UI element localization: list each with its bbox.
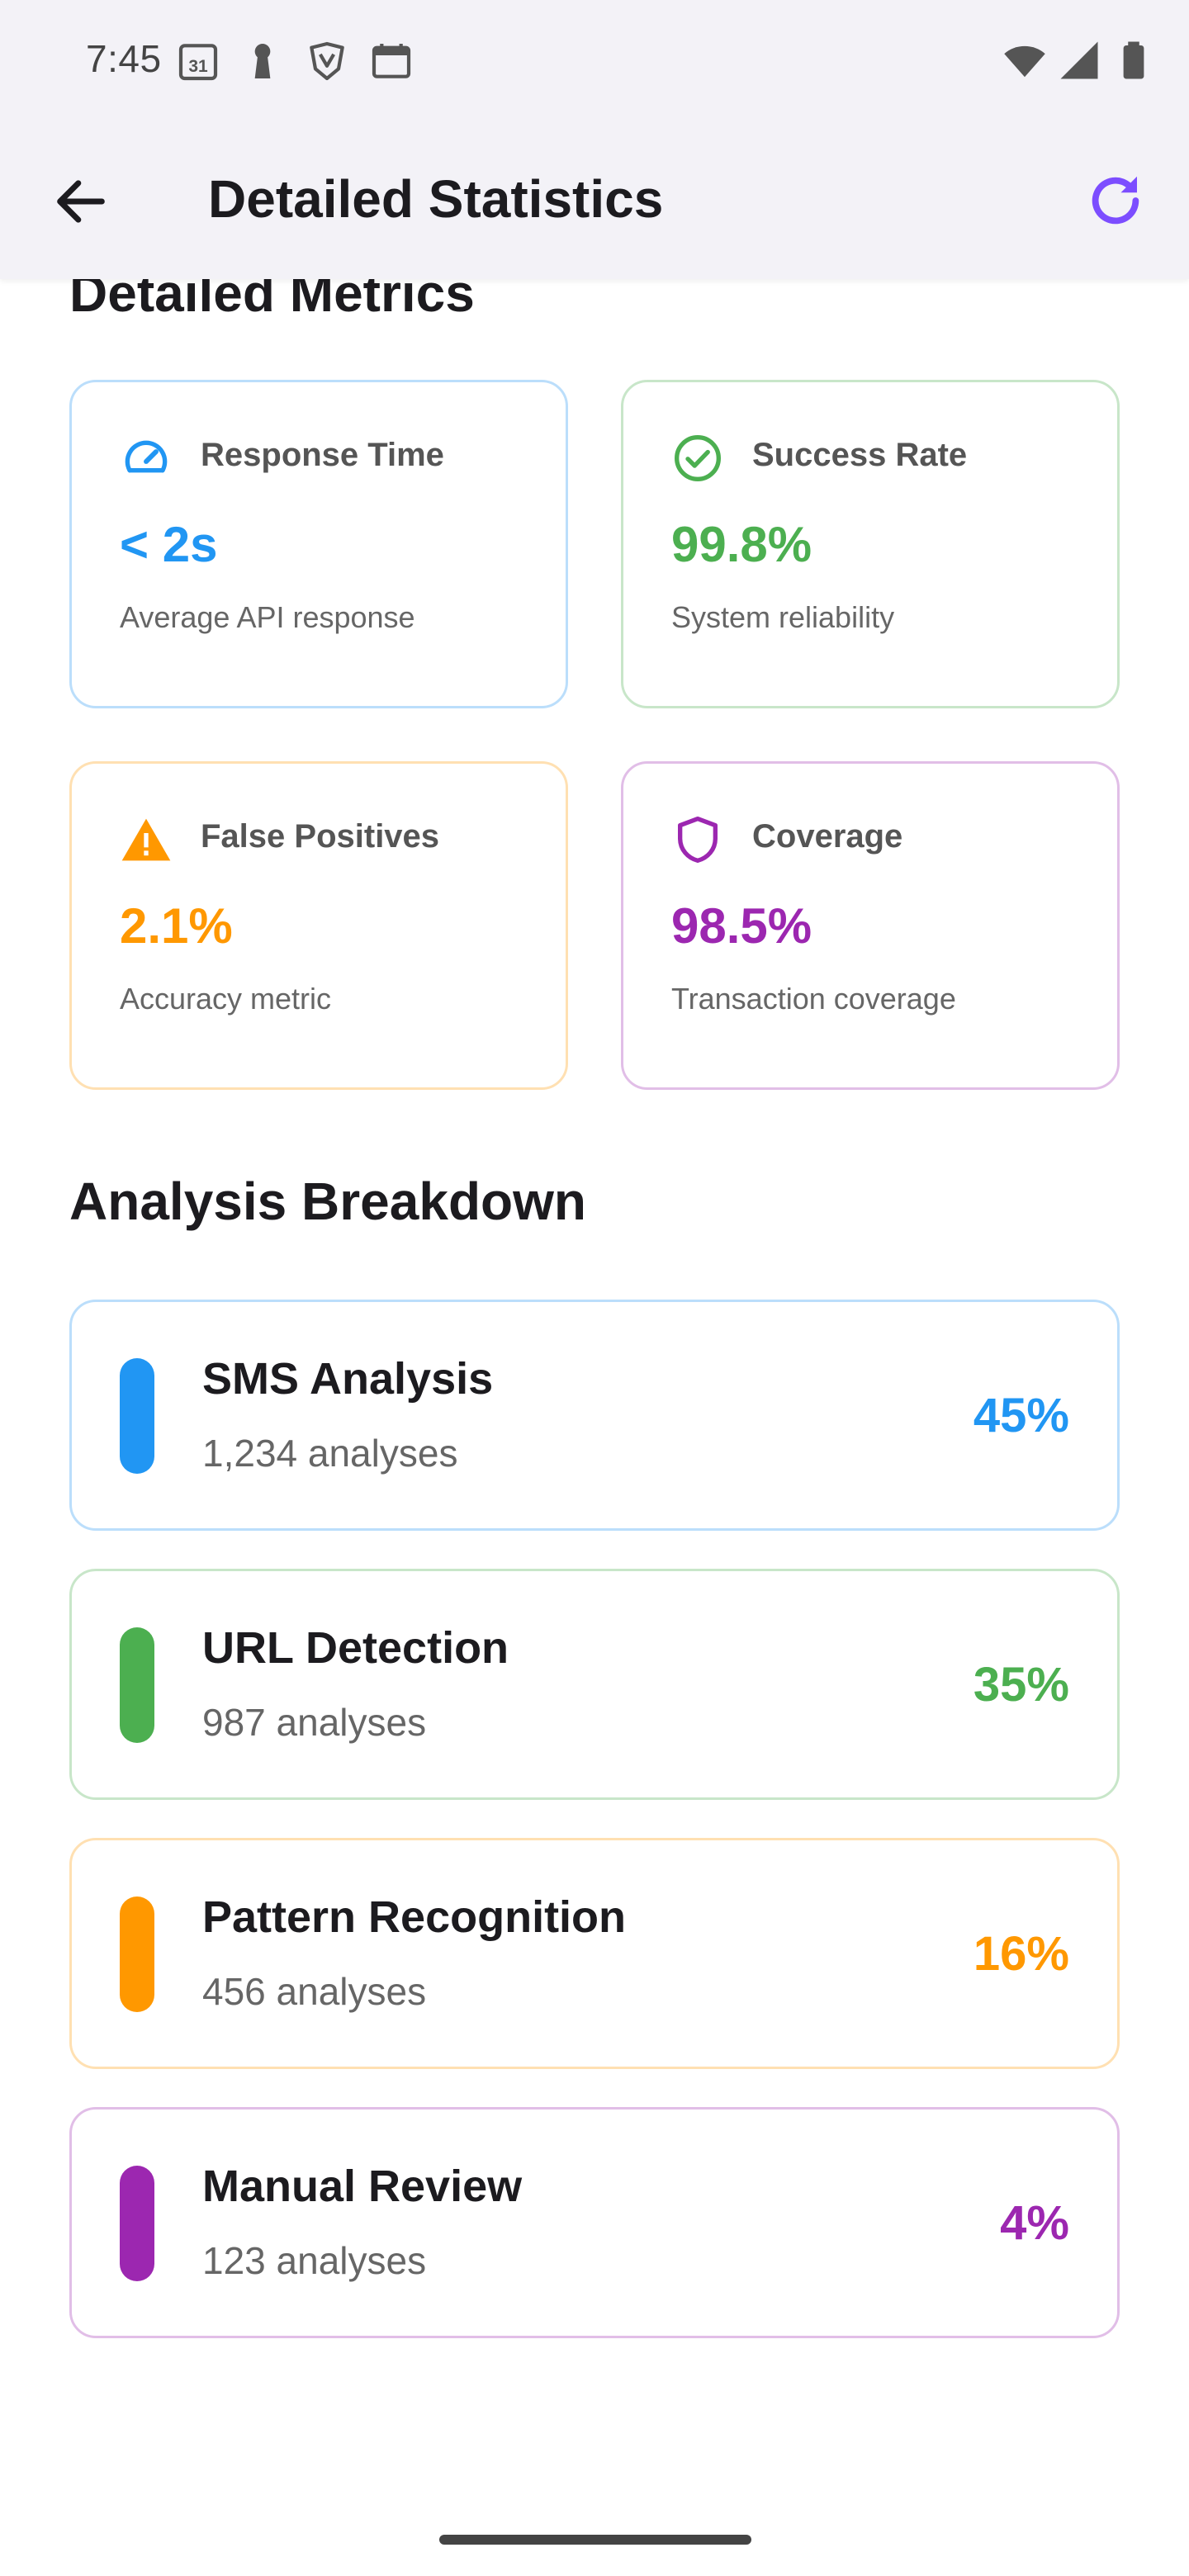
svg-text:31: 31 (188, 57, 208, 76)
breakdown-item-pattern-recognition[interactable]: Pattern Recognition 456 analyses 16% (69, 1838, 1120, 2069)
metric-label: Coverage (752, 818, 903, 855)
category-color-bar (120, 1627, 154, 1743)
metric-description: Average API response (120, 600, 415, 634)
speed-gauge-icon (125, 440, 168, 473)
metric-label: Response Time (201, 437, 444, 473)
brave-shield-icon (310, 41, 344, 81)
breakdown-item-sms-analysis[interactable]: SMS Analysis 1,234 analyses 45% (69, 1300, 1120, 1531)
breakdown-section-title: Analysis Breakdown (69, 1172, 586, 1231)
breakdown-item-count: 1,234 analyses (202, 1432, 458, 1475)
category-color-bar (120, 2166, 154, 2281)
metric-value: 2.1% (120, 898, 233, 954)
breakdown-item-manual-review[interactable]: Manual Review 123 analyses 4% (69, 2107, 1120, 2338)
metric-value: < 2s (120, 517, 218, 572)
metric-description: Accuracy metric (120, 982, 332, 1016)
metric-card-success-rate: Success Rate 99.8% System reliability (621, 380, 1120, 708)
metric-description: Transaction coverage (671, 982, 956, 1016)
wifi-icon (1004, 45, 1045, 78)
breakdown-item-title: URL Detection (202, 1623, 509, 1673)
metric-card-coverage: Coverage 98.5% Transaction coverage (621, 761, 1120, 1090)
status-time: 7:45 (86, 37, 162, 80)
metric-label: Success Rate (752, 437, 968, 473)
page-title: Detailed Statistics (208, 169, 664, 229)
metric-value: 98.5% (671, 898, 812, 954)
calendar-grid-icon (372, 44, 411, 78)
calendar-31-icon: 31 (178, 44, 218, 81)
app-bar: 7:45 31 Detailed Statistics (0, 0, 1189, 279)
breakdown-item-count: 123 analyses (202, 2239, 427, 2282)
metric-label: False Positives (201, 818, 440, 855)
keyhole-icon (254, 44, 271, 78)
breakdown-item-percent: 35% (973, 1658, 1069, 1712)
check-circle-icon (675, 435, 721, 481)
metric-value: 99.8% (671, 517, 812, 572)
refresh-icon[interactable] (1083, 168, 1148, 233)
breakdown-item-title: Manual Review (202, 2162, 523, 2211)
category-color-bar (120, 1358, 154, 1474)
breakdown-item-percent: 16% (973, 1927, 1069, 1981)
home-indicator[interactable] (439, 2535, 751, 2545)
breakdown-item-count: 987 analyses (202, 1701, 427, 1744)
metric-description: System reliability (671, 600, 895, 634)
category-color-bar (120, 1896, 154, 2012)
warning-icon (121, 818, 171, 861)
arrow-back-icon[interactable] (50, 170, 112, 233)
breakdown-item-percent: 4% (1000, 2196, 1069, 2250)
breakdown-item-url-detection[interactable]: URL Detection 987 analyses 35% (69, 1569, 1120, 1800)
metric-card-false-positives: False Positives 2.1% Accuracy metric (69, 761, 568, 1090)
breakdown-item-count: 456 analyses (202, 1970, 427, 2013)
cell-signal-icon (1060, 41, 1098, 79)
status-system-icons (1002, 38, 1156, 83)
battery-icon (1123, 41, 1144, 79)
shield-icon (678, 817, 718, 863)
breakdown-item-title: SMS Analysis (202, 1354, 494, 1404)
breakdown-item-title: Pattern Recognition (202, 1892, 627, 1942)
breakdown-item-percent: 45% (973, 1389, 1069, 1442)
metric-card-response-time: Response Time < 2s Average API response (69, 380, 568, 708)
status-notification-icons: 31 (175, 38, 414, 84)
